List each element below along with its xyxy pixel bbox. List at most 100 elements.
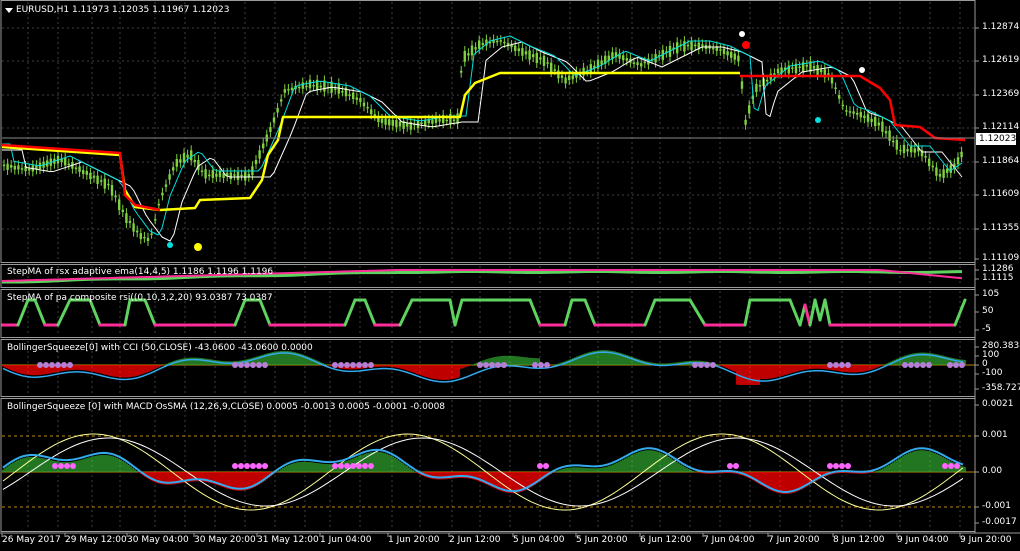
candle-body [463, 51, 466, 62]
panel2-step-line [823, 298, 832, 327]
candle-body [460, 70, 463, 73]
candle-body [467, 53, 470, 56]
panel-frame [0, 0, 976, 263]
candle-body [85, 171, 88, 175]
signal-dot [815, 117, 821, 123]
candle-body [200, 170, 204, 172]
panel1-title: StepMA of rsx adaptive ema(14,4,5) 1.118… [7, 267, 274, 277]
panel2-step-line [123, 298, 132, 327]
panel4-label: -0.001 [982, 501, 1012, 511]
panel2-step-line [143, 298, 157, 327]
squeeze-dot [733, 463, 739, 469]
candle-body [686, 44, 690, 47]
candle-body [175, 159, 178, 167]
squeeze-dot [338, 362, 344, 368]
candle-body [560, 75, 564, 78]
candle-body [899, 149, 902, 152]
candle-body [852, 111, 855, 114]
candle-body [290, 87, 294, 91]
panel3-title: BollingerSqueeze[0] with CCI (50,CLOSE) … [7, 343, 313, 353]
panel1-label: 1.1115 [982, 273, 1014, 283]
squeeze-dot [58, 463, 64, 469]
candle-body [935, 167, 938, 176]
candle-body [103, 178, 106, 189]
candle-body [164, 184, 168, 187]
candle-body [539, 57, 542, 60]
squeeze-dot [37, 362, 43, 368]
candle-body [643, 61, 646, 64]
price-label: 1.11355 [982, 223, 1020, 233]
candle-body [380, 118, 384, 123]
candle-body [755, 83, 758, 92]
squeeze-dot [338, 463, 344, 469]
candle-body [640, 63, 643, 67]
candle-body [481, 43, 484, 46]
candle-body [312, 84, 315, 87]
squeeze-dot [238, 362, 244, 368]
candle-body [730, 51, 733, 58]
candle-body [384, 118, 387, 125]
candle-body [877, 122, 880, 126]
squeeze-dot [344, 362, 350, 368]
candle-body [701, 44, 704, 47]
candle-body [13, 165, 16, 170]
candle-body [863, 115, 866, 119]
candle-body [895, 140, 898, 150]
candle-body [110, 184, 114, 196]
squeeze-dot [833, 463, 839, 469]
panel2-step-line [56, 298, 72, 327]
candle-body [748, 105, 751, 114]
price-label: 1.12619 [982, 55, 1020, 65]
squeeze-dot [250, 362, 256, 368]
time-label: 9 Jun 20:00 [960, 535, 1012, 545]
candle-body [928, 158, 931, 167]
squeeze-dot [332, 463, 338, 469]
price-label: 1.11864 [982, 156, 1020, 166]
squeeze-dot [947, 362, 953, 368]
candle-body [474, 47, 477, 50]
panel2-step-line [808, 298, 817, 327]
panel2-step-line [743, 298, 752, 327]
candle-body [845, 110, 848, 112]
candle-body [366, 106, 369, 109]
candle-body [478, 40, 481, 49]
candle-body [96, 175, 99, 184]
candle-body [6, 163, 9, 170]
symbol-dropdown-icon[interactable] [5, 8, 13, 13]
grid-layer [2, 2, 975, 530]
panel3-label: -358.7275 [982, 383, 1020, 393]
squeeze-dot [538, 362, 544, 368]
candle-body [870, 118, 873, 122]
candle-body [535, 52, 538, 64]
candle-body [161, 192, 164, 196]
squeeze-dot [833, 362, 839, 368]
stepma-down-line [740, 74, 966, 142]
candle-body [524, 51, 528, 55]
candle-body [258, 150, 261, 159]
panel2-step-line [363, 298, 377, 327]
candle-body [866, 114, 870, 122]
squeeze-dot [908, 362, 914, 368]
candle-body [420, 122, 423, 124]
candle-body [233, 174, 236, 176]
candle-body [319, 85, 322, 88]
time-label: 2 Jun 12:00 [449, 535, 501, 545]
panel2-step-line [788, 298, 802, 327]
squeeze-dot [948, 463, 954, 469]
candle-body [740, 81, 744, 89]
squeeze-dot [350, 463, 356, 469]
squeeze-dot [55, 362, 61, 368]
panel4-label: 0.00 [982, 466, 1003, 476]
squeeze-dot [362, 463, 368, 469]
signal-dot [859, 67, 865, 73]
candle-body [884, 131, 888, 134]
panel2-step-line [643, 298, 657, 327]
candle-body [229, 172, 232, 180]
candle-body [154, 219, 157, 221]
panel2-step-line [583, 298, 597, 327]
squeeze-dot [942, 463, 948, 469]
candle-body [636, 62, 639, 66]
candle-body [881, 121, 884, 132]
squeeze-dot [532, 362, 538, 368]
squeeze-dot [67, 362, 73, 368]
